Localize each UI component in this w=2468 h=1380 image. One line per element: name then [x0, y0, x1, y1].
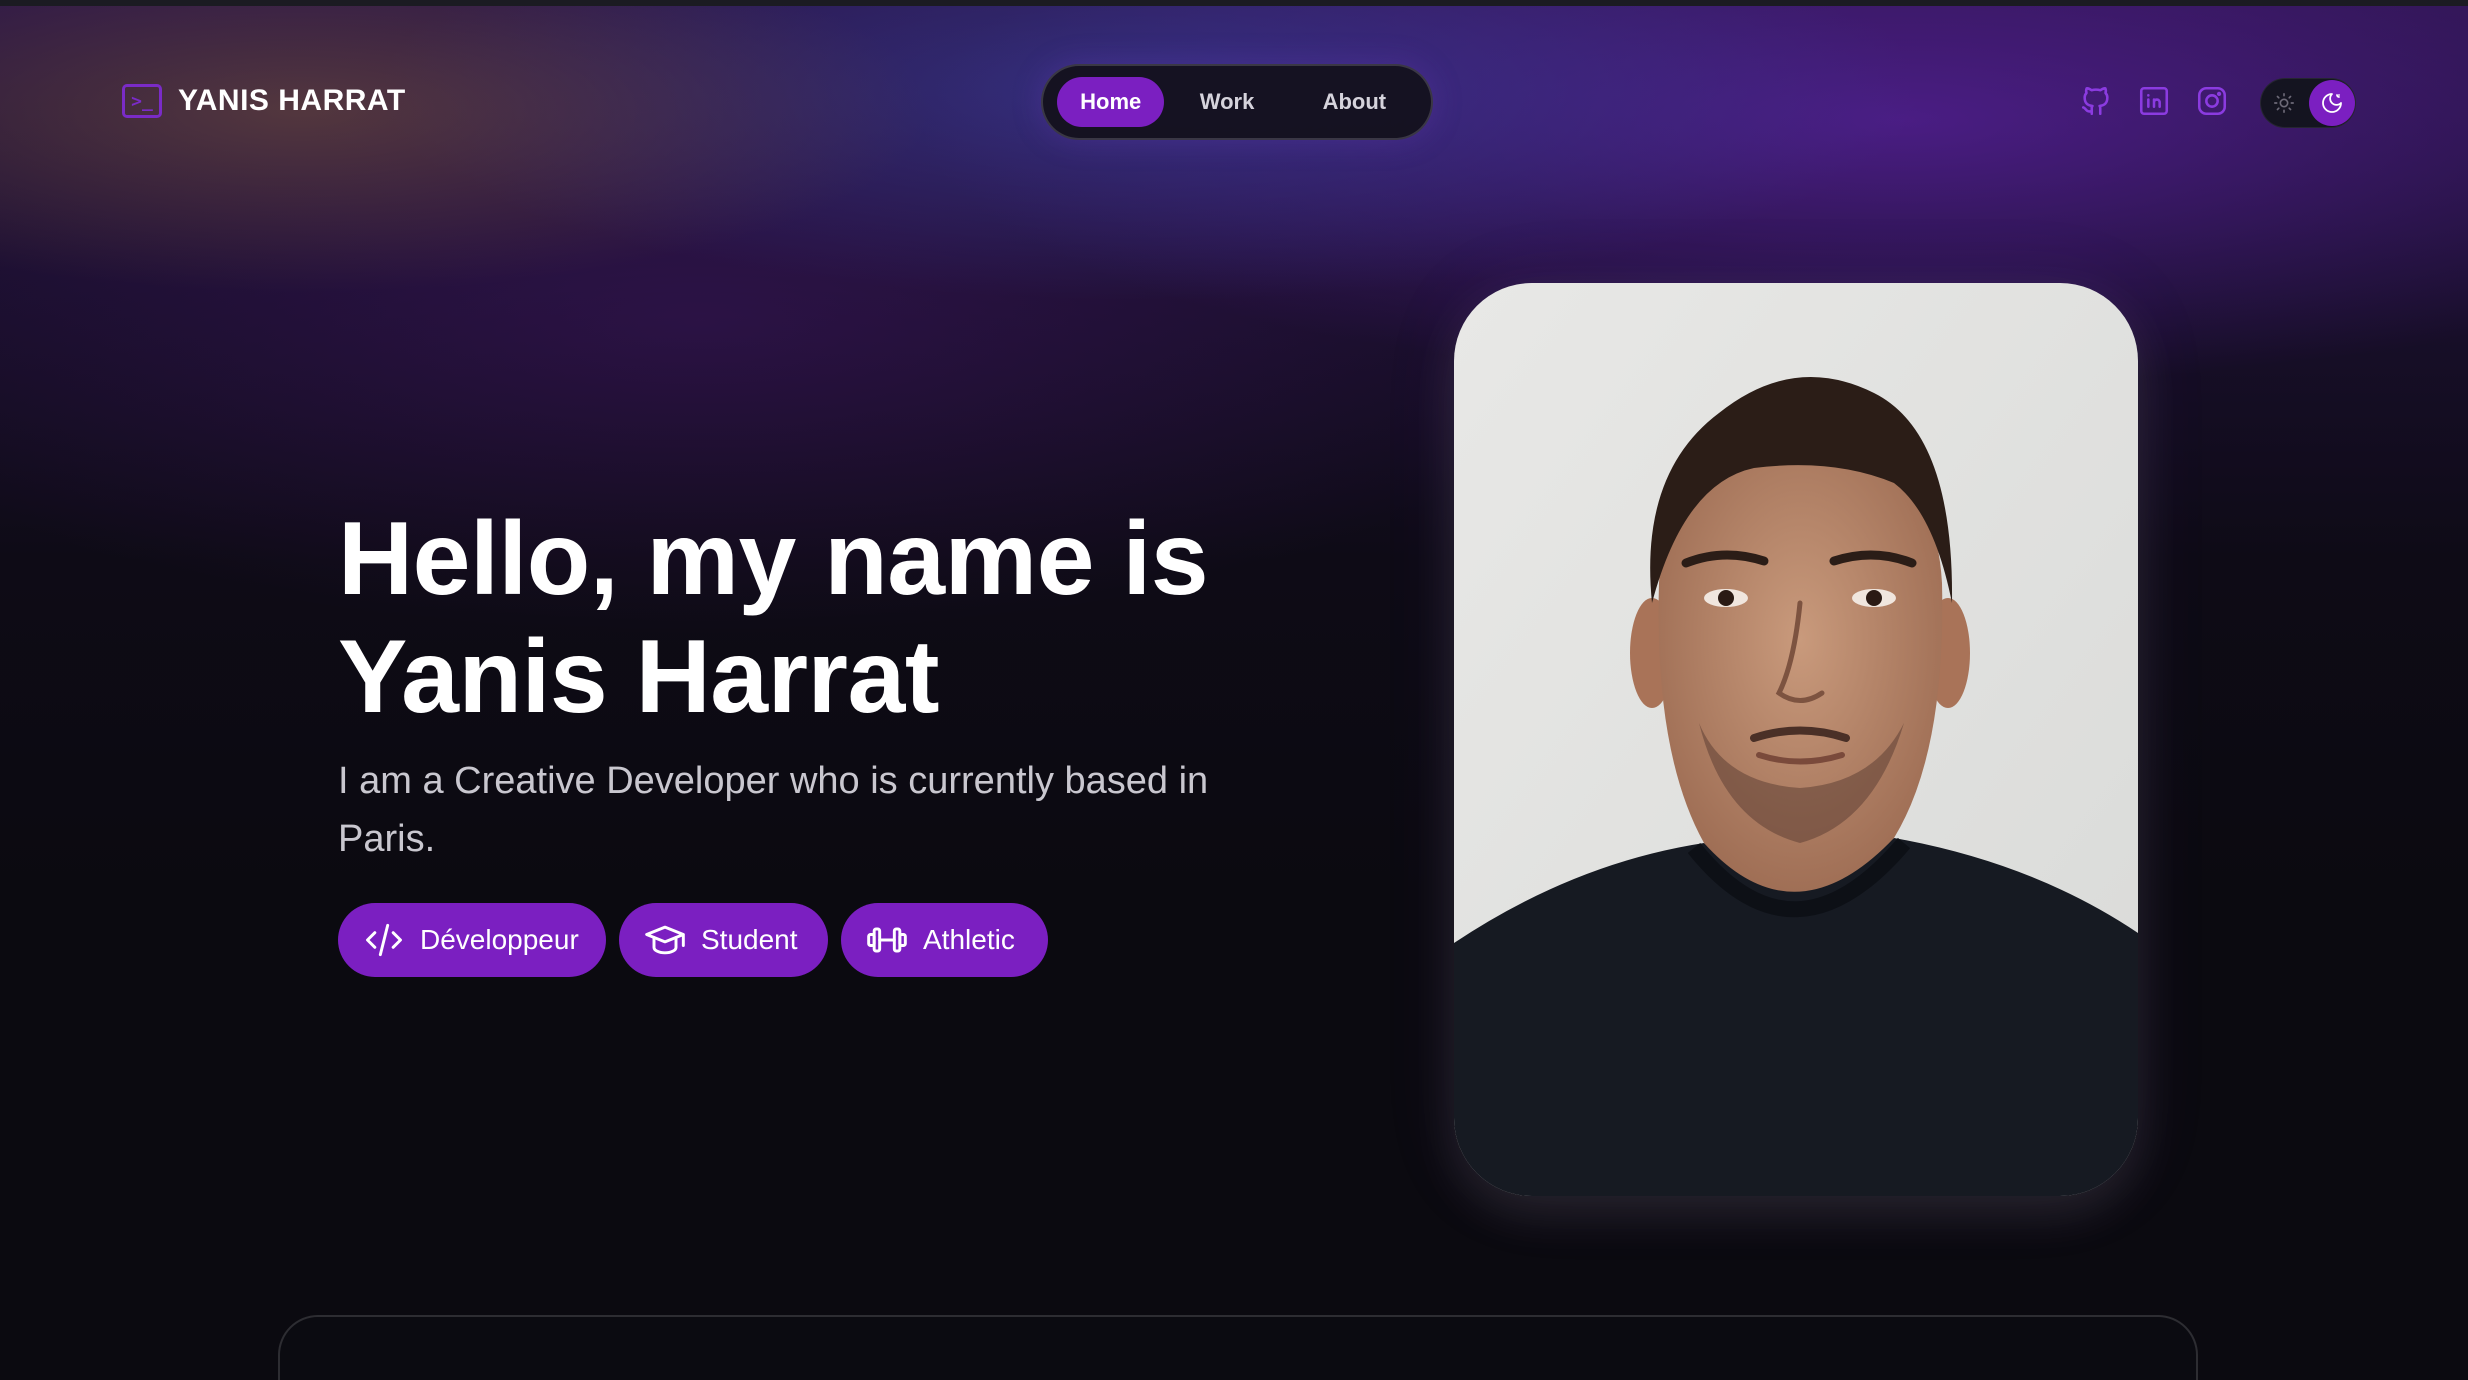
content-card — [278, 1315, 2198, 1380]
chip-developpeur[interactable]: Développeur — [338, 903, 606, 977]
dumbbell-icon — [867, 927, 907, 953]
graduation-cap-icon — [645, 925, 685, 955]
chip-student[interactable]: Student — [619, 903, 828, 977]
theme-toggle[interactable] — [2260, 78, 2356, 128]
page: >_ YANIS HARRAT Home Work About Hello, m… — [0, 0, 2468, 1380]
brand-logo[interactable]: >_ YANIS HARRAT — [122, 84, 406, 118]
sun-icon[interactable] — [2261, 80, 2307, 126]
terminal-icon: >_ — [122, 84, 162, 118]
skill-chips: Développeur Student Athletic — [338, 903, 1048, 977]
nav-home[interactable]: Home — [1057, 77, 1165, 127]
nav-about[interactable]: About — [1290, 77, 1419, 127]
main-nav: Home Work About — [1041, 64, 1433, 140]
code-icon — [366, 923, 402, 957]
hero-title: Hello, my name is Yanis Harrat — [338, 500, 1338, 736]
chip-label: Student — [701, 924, 798, 955]
hero-subtitle: I am a Creative Developer who is current… — [338, 760, 1209, 860]
hero-title-line1: Hello, my name is — [338, 501, 1209, 617]
portrait-photo — [1454, 283, 2138, 1196]
moon-icon[interactable] — [2309, 80, 2355, 126]
nav-work[interactable]: Work — [1164, 77, 1289, 127]
social-links — [2078, 83, 2230, 119]
github-icon[interactable] — [2078, 83, 2114, 119]
linkedin-icon[interactable] — [2136, 83, 2172, 119]
instagram-icon[interactable] — [2194, 83, 2230, 119]
brand-name: YANIS HARRAT — [178, 84, 406, 117]
chip-label: Athletic — [923, 924, 1015, 955]
chip-athletic[interactable]: Athletic — [841, 903, 1048, 977]
top-border — [0, 0, 2468, 6]
hero-title-line2: Yanis Harrat — [338, 619, 940, 735]
chip-label: Développeur — [420, 924, 579, 955]
